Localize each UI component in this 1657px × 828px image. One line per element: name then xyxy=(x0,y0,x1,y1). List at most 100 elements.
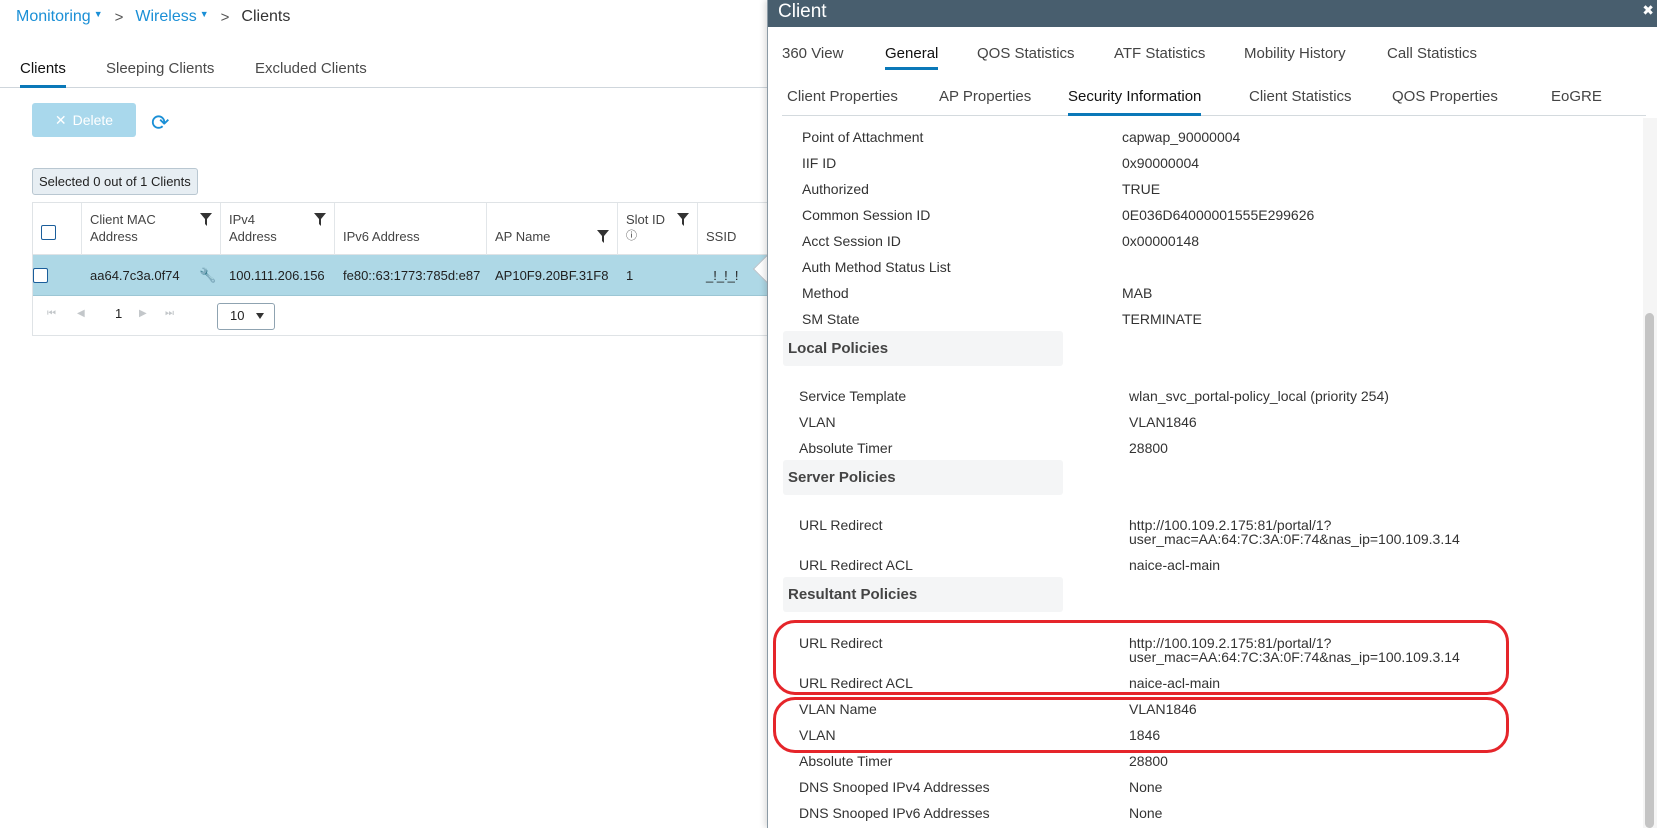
delete-button-label: Delete xyxy=(72,112,114,128)
cell-slot-id: 1 xyxy=(626,268,634,283)
field-value: wlan_svc_portal-policy_local (priority 2… xyxy=(1129,388,1389,404)
field-label: IIF ID xyxy=(802,155,837,171)
filter-icon[interactable] xyxy=(597,230,609,244)
field-label: Absolute Timer xyxy=(799,440,893,456)
breadcrumb-monitoring-label: Monitoring xyxy=(16,8,91,25)
field-label: SM State xyxy=(802,311,860,327)
filter-icon[interactable] xyxy=(314,213,326,227)
subtab-client-properties[interactable]: Client Properties xyxy=(787,88,898,116)
drawer-title: Client xyxy=(778,1,827,22)
drawer-header: Client ✖ xyxy=(768,0,1657,27)
field-label: Absolute Timer xyxy=(799,753,893,769)
row-checkbox[interactable] xyxy=(33,268,48,283)
section-local-policies: Local Policies xyxy=(783,331,1063,366)
drawer-scrollbar[interactable] xyxy=(1643,118,1657,828)
drawer-tabs: 360 View General QOS Statistics ATF Stat… xyxy=(768,27,1657,70)
page-size-select[interactable]: 10 xyxy=(217,303,275,330)
breadcrumb-current: Clients xyxy=(241,8,291,25)
header-client-mac-line1: Client MAC xyxy=(90,212,156,227)
chevron-down-icon xyxy=(256,313,264,319)
header-ssid[interactable]: SSID xyxy=(698,203,767,255)
scrollbar-thumb[interactable] xyxy=(1645,313,1654,828)
cell-client-mac-value: aa64.7c3a.0f74 xyxy=(90,268,180,283)
cell-ipv6: fe80::63:1773:785d:e87 xyxy=(343,268,481,283)
highlight-vlan xyxy=(773,697,1509,753)
tab-atf-statistics[interactable]: ATF Statistics xyxy=(1114,45,1205,70)
delete-button[interactable]: ✕ Delete xyxy=(32,103,136,137)
field-value: MAB xyxy=(1122,285,1153,301)
header-client-mac[interactable]: Client MAC Address xyxy=(82,203,221,255)
breadcrumb-monitoring[interactable]: Monitoring ▼ xyxy=(16,8,103,26)
field-value: VLAN1846 xyxy=(1129,414,1197,430)
field-value: http://100.109.2.175:81/portal/1? xyxy=(1129,517,1332,533)
breadcrumb-separator: > xyxy=(220,8,230,26)
breadcrumb: Monitoring ▼ > Wireless ▼ > Clients xyxy=(16,8,290,26)
tab-excluded-clients[interactable]: Excluded Clients xyxy=(255,60,367,88)
filter-icon[interactable] xyxy=(677,213,689,227)
subtab-qos-properties[interactable]: QOS Properties xyxy=(1392,88,1498,116)
field-value: 28800 xyxy=(1129,753,1168,769)
breadcrumb-separator: > xyxy=(114,8,124,26)
header-ipv4-line2: Address xyxy=(229,229,277,244)
cell-ssid: _!_!_! xyxy=(706,268,739,283)
pagination: ⏮ ◀ 1 ▶ ⏭ 10 xyxy=(33,296,767,335)
field-value: None xyxy=(1129,779,1163,795)
first-page-icon[interactable]: ⏮ xyxy=(47,308,56,319)
header-ipv4-line1: IPv4 xyxy=(229,212,256,227)
field-label: VLAN xyxy=(799,414,836,430)
filter-icon[interactable] xyxy=(200,213,212,227)
close-icon: ✕ xyxy=(54,111,67,128)
page-number: 1 xyxy=(115,306,123,321)
page-size-value: 10 xyxy=(230,308,245,323)
row-select-cell xyxy=(33,255,82,296)
tab-qos-statistics[interactable]: QOS Statistics xyxy=(977,45,1075,70)
next-page-icon[interactable]: ▶ xyxy=(139,308,147,319)
highlight-url-redirect xyxy=(773,620,1509,695)
cell-ipv4: 100.111.206.156 xyxy=(229,268,325,283)
field-value: 0x90000004 xyxy=(1122,155,1200,171)
field-label: Common Session ID xyxy=(802,207,931,223)
field-label: Acct Session ID xyxy=(802,233,901,249)
header-ssid-label: SSID xyxy=(706,229,737,244)
tab-clients[interactable]: Clients xyxy=(20,60,66,88)
subtab-security-information[interactable]: Security Information xyxy=(1068,88,1202,116)
subtab-eogre[interactable]: EoGRE xyxy=(1551,88,1602,116)
field-label: Auth Method Status List xyxy=(802,259,951,275)
field-label: Service Template xyxy=(799,388,907,404)
select-all-checkbox[interactable] xyxy=(41,225,56,240)
breadcrumb-wireless-label: Wireless xyxy=(135,8,197,25)
field-label: URL Redirect ACL xyxy=(799,557,913,573)
prev-page-icon[interactable]: ◀ xyxy=(77,308,85,319)
section-server-policies: Server Policies xyxy=(783,460,1063,495)
table-row[interactable]: aa64.7c3a.0f74 🔧 100.111.206.156 fe80::6… xyxy=(33,255,767,296)
wrench-icon[interactable]: 🔧 xyxy=(199,255,216,296)
drawer-subtabs: Client Properties AP Properties Security… xyxy=(782,70,1646,116)
breadcrumb-wireless[interactable]: Wireless ▼ xyxy=(135,8,208,26)
subtab-client-statistics[interactable]: Client Statistics xyxy=(1249,88,1352,116)
field-value: 0x00000148 xyxy=(1122,233,1200,249)
tab-mobility-history[interactable]: Mobility History xyxy=(1244,45,1346,70)
field-label: URL Redirect xyxy=(799,517,883,533)
field-value: 28800 xyxy=(1129,440,1168,456)
header-ipv4-address[interactable]: IPv4 Address xyxy=(221,203,335,255)
tab-general[interactable]: General xyxy=(885,45,939,70)
close-icon[interactable]: ✖ xyxy=(1642,2,1654,19)
header-ipv6-address[interactable]: IPv6 Address xyxy=(335,203,487,255)
tab-sleeping-clients[interactable]: Sleeping Clients xyxy=(106,60,214,88)
header-ap-name[interactable]: AP Name xyxy=(487,203,618,255)
field-value: None xyxy=(1129,805,1163,821)
last-page-icon[interactable]: ⏭ xyxy=(165,308,174,319)
field-label: Point of Attachment xyxy=(802,129,924,145)
info-icon: ⓘ xyxy=(626,230,637,242)
selection-count-badge: Selected 0 out of 1 Clients xyxy=(32,168,198,195)
field-value: capwap_90000004 xyxy=(1122,129,1241,145)
client-detail-drawer: Client ✖ 360 View General QOS Statistics… xyxy=(767,0,1657,828)
refresh-icon[interactable]: ⟳ xyxy=(151,112,169,134)
caret-down-icon: ▼ xyxy=(93,9,103,19)
tab-call-statistics[interactable]: Call Statistics xyxy=(1387,45,1477,70)
subtab-ap-properties[interactable]: AP Properties xyxy=(939,88,1031,116)
section-resultant-policies: Resultant Policies xyxy=(783,577,1063,612)
header-slot-id[interactable]: Slot ID ⓘ xyxy=(618,203,698,255)
tab-360-view[interactable]: 360 View xyxy=(782,45,843,70)
cell-ap-name: AP10F9.20BF.31F8 xyxy=(495,268,609,283)
